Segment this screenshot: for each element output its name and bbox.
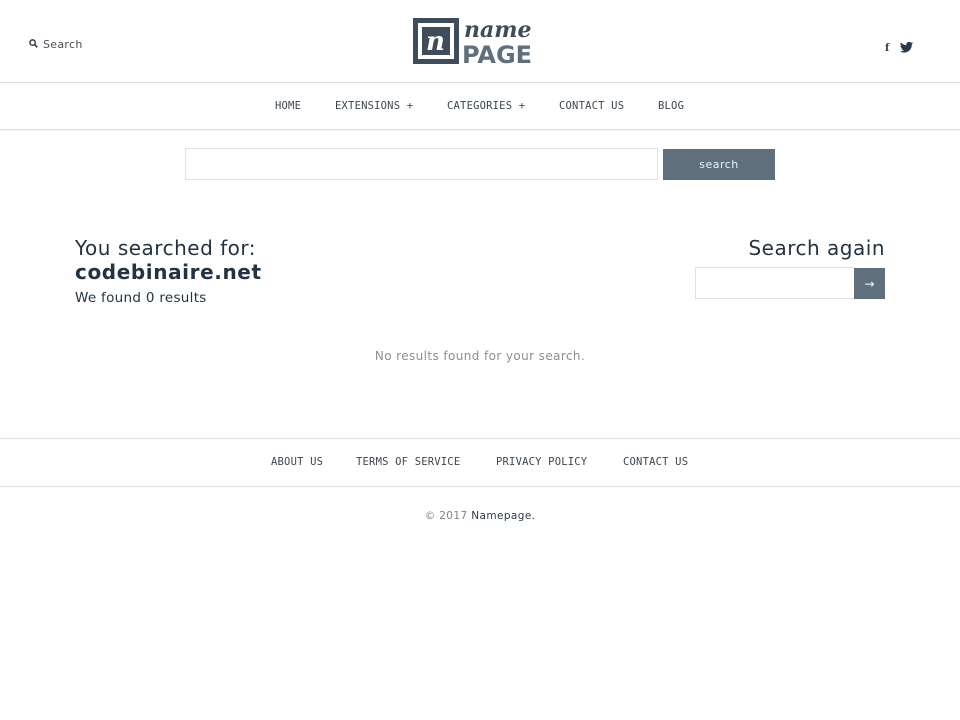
footer-item-contact-us[interactable]: CONTACT US [623,456,688,468]
header-search-link[interactable]: Search [29,38,83,51]
nav-item-blog[interactable]: BLOG [658,100,684,112]
logo-mark: n [426,27,445,57]
copyright-brand-link[interactable]: Namepage. [471,510,535,522]
search-again-button[interactable]: → [854,268,885,299]
no-results-message: No results found for your search. [374,349,586,363]
main-nav: HOME EXTENSIONS + CATEGORIES + CONTACT U… [0,83,960,130]
nav-item-extensions[interactable]: EXTENSIONS + [335,100,413,112]
logo-text-top: name [464,17,532,43]
twitter-icon [900,38,914,57]
facebook-icon: f [884,38,892,57]
site-logo[interactable]: n name PAGE [412,17,550,69]
nav-item-contact-us[interactable]: CONTACT US [559,100,624,112]
results-count: We found 0 results [75,290,207,306]
svg-text:f: f [885,43,890,53]
footer-nav: ABOUT US TERMS OF SERVICE PRIVACY POLICY… [0,438,960,487]
nav-item-home[interactable]: HOME [275,100,301,112]
searched-label: You searched for: [75,236,257,260]
twitter-link[interactable] [900,38,914,57]
footer-item-about-us[interactable]: ABOUT US [271,456,323,468]
logo-text-bottom: PAGE [462,41,532,65]
footer-item-terms-of-service[interactable]: TERMS OF SERVICE [356,456,460,468]
nav-item-categories[interactable]: CATEGORIES + [447,100,525,112]
facebook-link[interactable]: f [884,38,892,57]
footer-item-privacy-policy[interactable]: PRIVACY POLICY [496,456,587,468]
search-again-title: Search again [748,236,885,260]
top-search-button[interactable]: search [663,149,775,180]
searched-term: codebinaire.net [75,260,262,284]
search-icon [29,38,43,51]
search-again-input[interactable] [695,267,855,299]
site-header: Search n name PAGE f [0,0,960,83]
copyright: © 2017 Namepage. [0,510,960,522]
header-search-label: Search [43,38,83,51]
top-search-input[interactable] [185,148,658,180]
copyright-prefix: © 2017 [424,510,468,522]
